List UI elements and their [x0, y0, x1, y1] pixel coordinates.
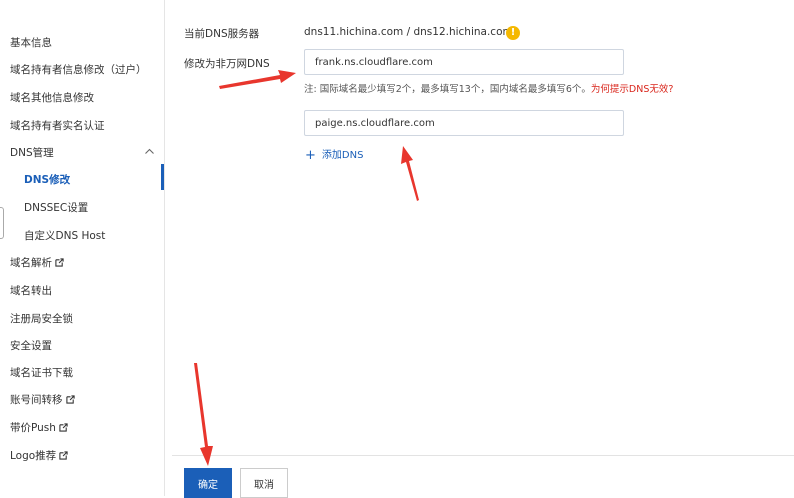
chevron-up-icon[interactable] [145, 148, 154, 154]
warning-icon[interactable]: ! [506, 26, 520, 40]
sidebar-item-label: 域名证书下载 [10, 367, 73, 379]
sidebar-item-dns-management[interactable]: DNS管理 [10, 145, 54, 160]
footer-divider [172, 455, 794, 456]
dns-invalid-help-link[interactable]: 为何提示DNS无效? [591, 84, 674, 95]
add-dns-label: 添加DNS [321, 150, 364, 161]
modify-dns-label: 修改为非万网DNS [184, 58, 270, 70]
dns-input-2[interactable] [304, 110, 624, 136]
sidebar-item-label: Logo推荐 [10, 450, 57, 462]
sidebar-item-label: DNS修改 [24, 174, 71, 186]
sidebar-item-label: 域名持有者信息修改（过户） [10, 64, 147, 76]
dns-input-1[interactable] [304, 49, 624, 75]
sidebar-item-basic-info[interactable]: 基本信息 [10, 35, 52, 50]
sidebar: 基本信息 域名持有者信息修改（过户） 域名其他信息修改 域名持有者实名认证 DN… [0, 0, 165, 496]
active-indicator [161, 164, 164, 190]
annotation-arrow-to-input [219, 70, 296, 89]
cancel-button[interactable]: 取消 [240, 468, 288, 498]
sidebar-item-domain-resolve[interactable]: 域名解析 [10, 255, 64, 270]
sidebar-item-price-push[interactable]: 带价Push [10, 420, 68, 435]
dns-note-text: 注: 国际域名最少填写2个，最多填写13个，国内域名最多填写6个。 [304, 84, 591, 95]
sidebar-item-logo[interactable]: Logo推荐 [10, 448, 68, 463]
sidebar-item-owner-transfer[interactable]: 域名持有者信息修改（过户） [10, 62, 147, 77]
external-link-icon [55, 258, 64, 267]
current-dns-value: dns11.hichina.com / dns12.hichina.com [304, 26, 513, 38]
sidebar-item-label: DNSSEC设置 [24, 202, 89, 214]
annotation-arrow-to-add-dns [401, 146, 419, 201]
sidebar-item-other-info[interactable]: 域名其他信息修改 [10, 90, 94, 105]
sidebar-item-security[interactable]: 安全设置 [10, 338, 52, 353]
sidebar-item-label: 域名持有者实名认证 [10, 120, 105, 132]
external-link-icon [59, 423, 68, 432]
confirm-button-label: 确定 [198, 479, 218, 491]
sidebar-item-label: 基本信息 [10, 37, 52, 49]
sidebar-item-label: 带价Push [10, 422, 56, 434]
external-link-icon [59, 451, 68, 460]
plus-icon: + [305, 148, 316, 163]
sidebar-scroll-handle[interactable] [0, 207, 4, 239]
cancel-button-label: 取消 [254, 479, 274, 491]
annotation-arrow-to-confirm [194, 363, 213, 466]
sidebar-item-certificate-download[interactable]: 域名证书下载 [10, 365, 73, 380]
sidebar-item-label: 安全设置 [10, 340, 52, 352]
sidebar-item-label: 账号间转移 [10, 394, 63, 406]
sidebar-item-realname[interactable]: 域名持有者实名认证 [10, 118, 105, 133]
dns-note: 注: 国际域名最少填写2个，最多填写13个，国内域名最多填写6个。为何提示DNS… [304, 81, 673, 95]
warning-glyph: ! [510, 27, 516, 38]
sidebar-item-domain-transfer-out[interactable]: 域名转出 [10, 283, 52, 298]
external-link-icon [65, 395, 75, 404]
sidebar-item-label: 域名其他信息修改 [10, 92, 94, 104]
confirm-button[interactable]: 确定 [184, 468, 232, 498]
sidebar-item-label: DNS管理 [10, 147, 54, 159]
sidebar-item-dnssec[interactable]: DNSSEC设置 [24, 200, 88, 215]
sidebar-item-label: 域名解析 [10, 257, 52, 269]
sidebar-item-label: 注册局安全锁 [10, 313, 73, 325]
sidebar-item-dns-modify[interactable]: DNS修改 [24, 172, 70, 187]
sidebar-item-custom-dns-host[interactable]: 自定义DNS Host [24, 228, 105, 243]
sidebar-item-registry-lock[interactable]: 注册局安全锁 [10, 311, 73, 326]
add-dns-button[interactable]: + 添加DNS [305, 146, 363, 163]
sidebar-item-account-transfer[interactable]: 账号间转移 [10, 392, 75, 407]
sidebar-item-label: 自定义DNS Host [24, 230, 106, 242]
current-dns-label: 当前DNS服务器 [184, 28, 260, 40]
sidebar-item-label: 域名转出 [10, 285, 52, 297]
